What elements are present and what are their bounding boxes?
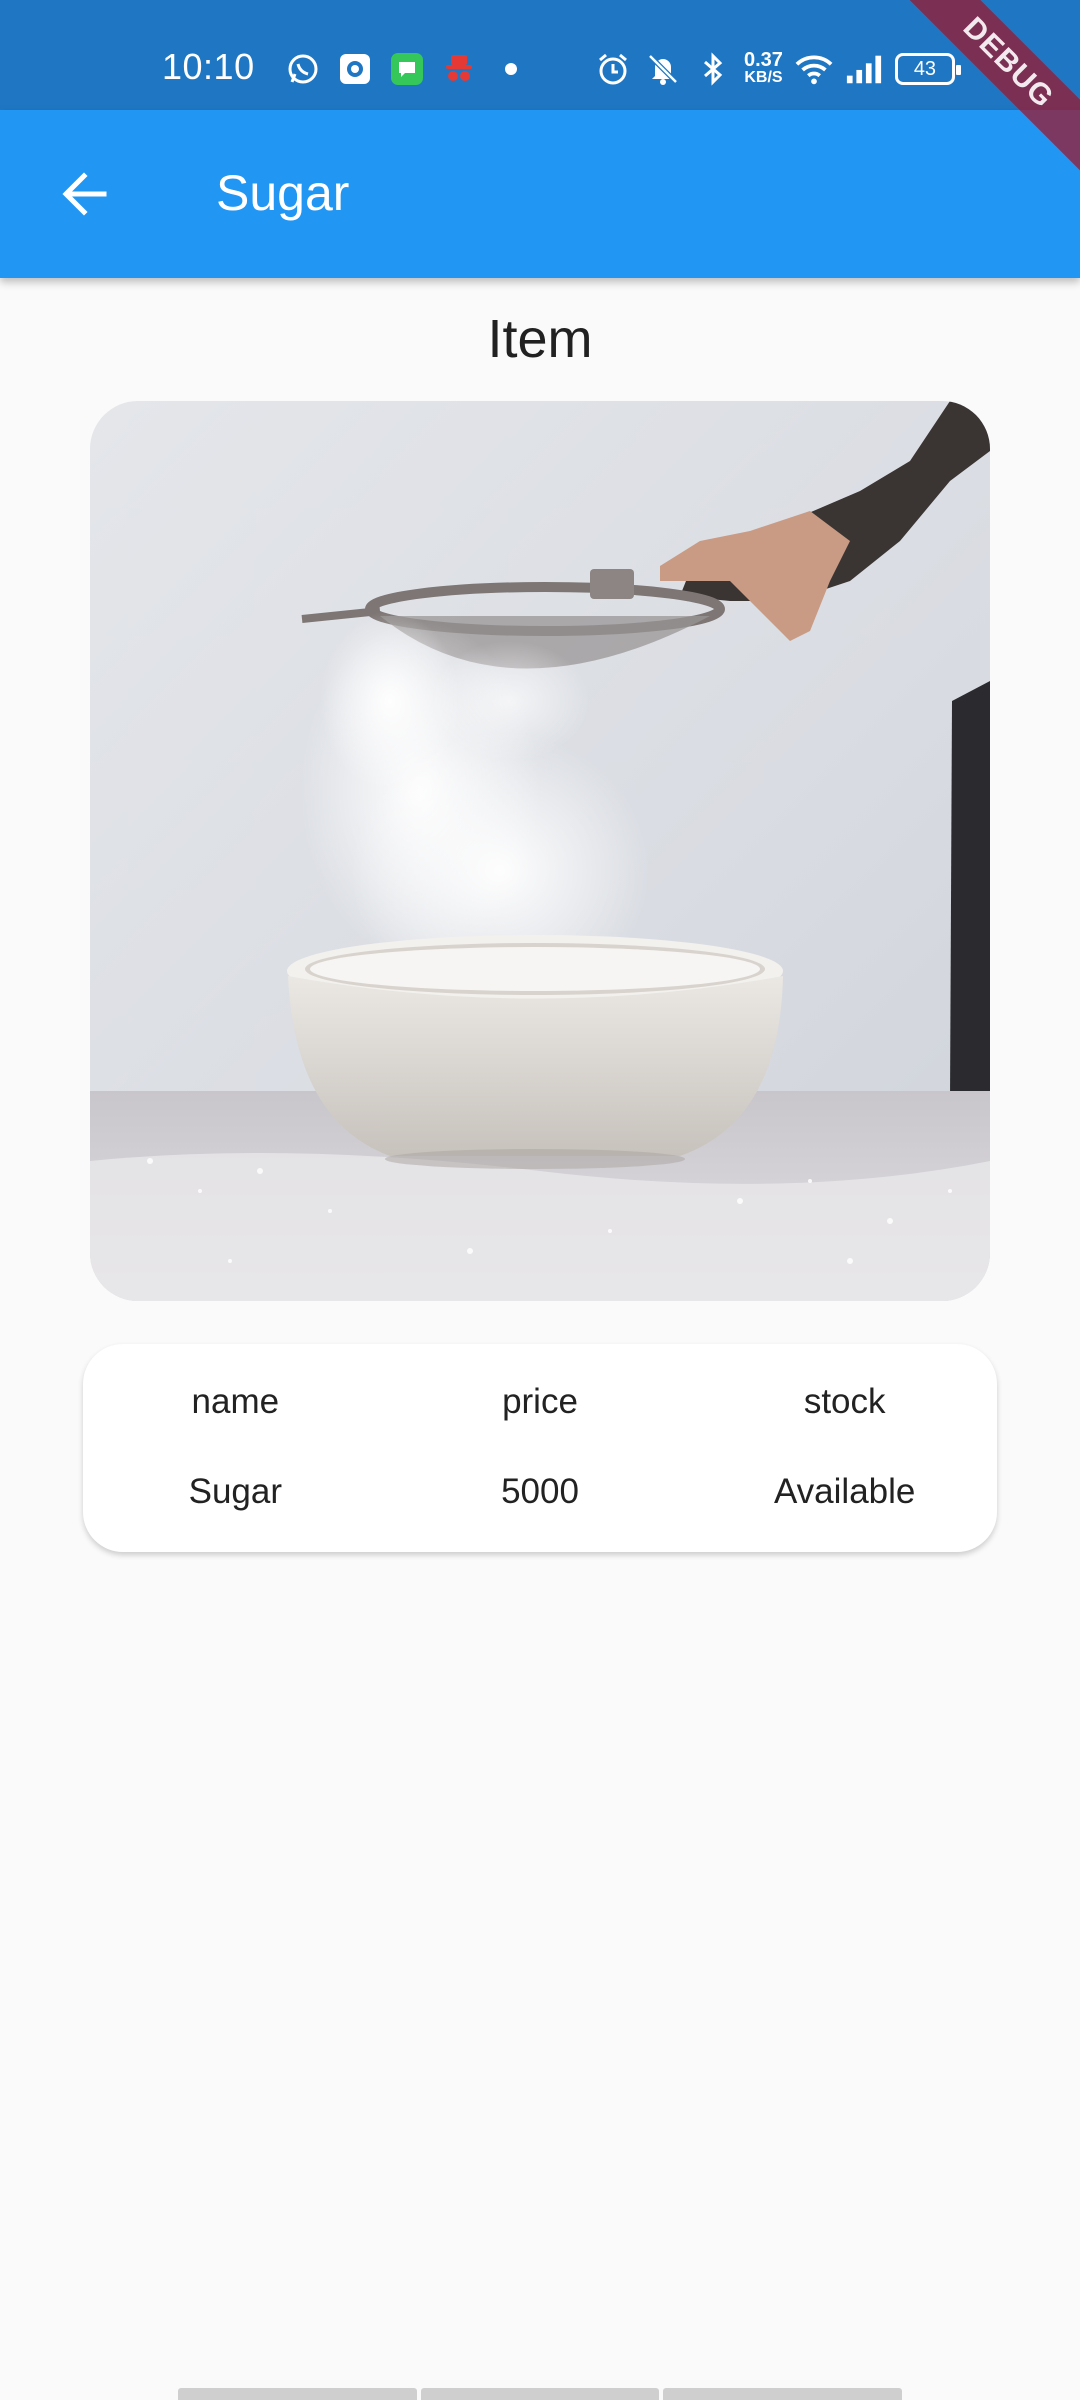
status-time: 10:10: [162, 46, 255, 87]
header-name: name: [191, 1382, 280, 1421]
value-stock: Available: [773, 1472, 916, 1511]
system-icons: 0.37 KB/S 43: [594, 49, 961, 88]
whatsapp-icon: [284, 50, 322, 88]
battery-icon: 43: [894, 53, 961, 85]
info-header-row: name price stock: [83, 1382, 997, 1422]
wifi-icon: [795, 50, 833, 88]
net-speed-value: 0.37: [744, 49, 783, 71]
value-name: Sugar: [188, 1472, 283, 1511]
notification-icons: [284, 50, 530, 88]
net-speed-unit: KB/S: [744, 69, 783, 86]
dot-icon: [492, 50, 530, 88]
mute-icon: [644, 50, 682, 88]
nav-segment: [420, 2388, 660, 2400]
incognito-icon: [440, 50, 478, 88]
header-stock: stock: [803, 1382, 886, 1421]
header-price: price: [502, 1382, 578, 1421]
status-bar: 10:10 0.37 KB/S 43: [0, 0, 1080, 110]
signal-icon: [845, 50, 883, 88]
app-bar-title: Sugar: [216, 165, 350, 221]
nav-segment: [178, 2388, 417, 2400]
info-value-row: Sugar 5000 Available: [83, 1472, 997, 1512]
gesture-nav-handle[interactable]: [178, 2388, 903, 2400]
alarm-icon: [594, 50, 632, 88]
bluetooth-icon: [694, 50, 732, 88]
nav-segment: [663, 2388, 903, 2400]
arrow-back-icon: [62, 172, 107, 216]
value-price: 5000: [501, 1472, 579, 1511]
item-info-card: name price stock Sugar 5000 Available: [83, 1344, 997, 1552]
battery-level: 43: [913, 57, 937, 80]
back-button[interactable]: [40, 154, 128, 234]
camera-app-icon: [336, 50, 374, 88]
net-speed: 0.37 KB/S: [744, 49, 783, 87]
messages-icon: [388, 50, 426, 88]
app-bar: Sugar: [0, 110, 1080, 278]
item-image: [90, 401, 990, 1301]
section-heading: Item: [487, 309, 593, 369]
